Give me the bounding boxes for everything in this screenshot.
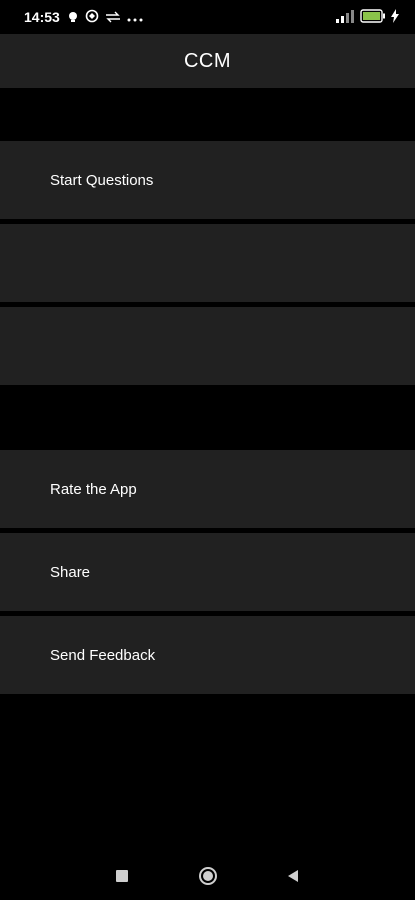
start-questions-button[interactable]: Start Questions [0,141,415,219]
send-feedback-label: Send Feedback [50,646,156,664]
signal-icon [335,9,355,28]
share-button[interactable]: Share [0,533,415,611]
transfer-icon [105,10,121,28]
status-right-icons [335,9,399,28]
home-icon[interactable] [198,866,218,886]
app-title: CCM [183,49,232,72]
navigation-bar [0,852,415,900]
send-feedback-button[interactable]: Send Feedback [0,616,415,694]
rate-app-label: Rate the App [50,480,137,498]
status-bar: 14:53 [0,0,415,34]
app-bar: CCM [0,34,415,88]
empty-menu-row-2[interactable] [0,307,415,385]
charging-bolt-icon [391,9,399,28]
more-dots-icon [127,10,143,28]
start-questions-label: Start Questions [50,171,154,189]
status-left-icons [67,9,143,28]
empty-menu-row-1[interactable] [0,224,415,302]
sync-icon [85,9,99,28]
share-label: Share [50,563,91,581]
recents-icon[interactable] [112,866,132,886]
rate-app-button[interactable]: Rate the App [0,450,415,528]
status-time: 14:53 [24,9,60,25]
battery-icon [360,9,386,28]
notification-icon [67,10,79,28]
back-icon[interactable] [283,866,303,886]
